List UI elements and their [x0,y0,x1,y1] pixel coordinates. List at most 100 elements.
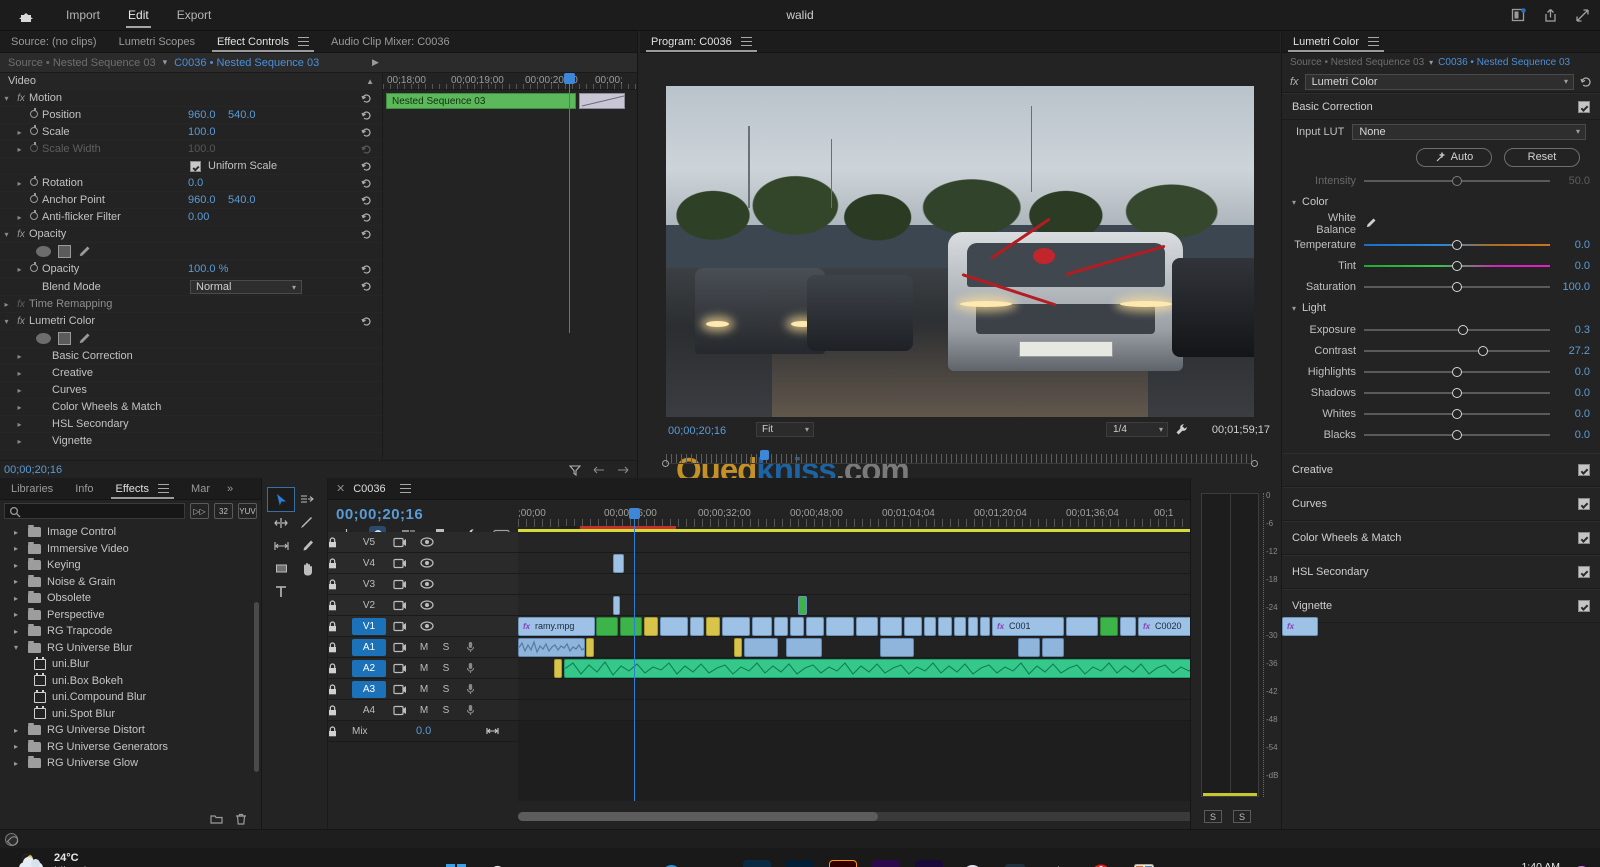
timeline-clip-15[interactable] [938,617,952,636]
ec-rotation-value[interactable]: 0.0 [188,177,203,189]
exposure-slider[interactable] [1364,323,1550,337]
ec-position-x[interactable]: 960.0 [188,109,216,121]
chevron-down-icon[interactable]: ▾ [14,643,28,652]
ec-group-time-remapping[interactable]: ▸ fx Time Remapping [0,296,382,313]
tab-info[interactable]: Info [64,478,104,499]
effects-folder-rg-universe-distort[interactable]: ▸ RG Universe Distort [0,722,261,739]
blend-mode-select[interactable]: Normal ▾ [190,279,302,294]
chevron-right-icon[interactable]: ▸ [13,352,26,361]
timeline-timecode[interactable]: 00;00;20;16 [336,506,423,523]
illustrator-icon[interactable]: Ai [829,860,857,867]
timeline-audio-clip-3[interactable] [786,638,822,657]
lane-a4[interactable] [518,700,1281,721]
menu-import[interactable]: Import [52,0,114,31]
reset-icon[interactable] [361,161,372,172]
stopwatch-icon[interactable] [26,262,42,275]
track-name[interactable]: V1 [352,617,386,635]
ec-param-rotation[interactable]: ▸ Rotation 0.0 [0,175,382,192]
ycbcr-icon[interactable]: YUV [238,503,257,519]
timeline-audio-marker-2[interactable] [734,638,742,657]
track-select-forward-icon[interactable] [294,488,320,511]
timeline-audio-clip-6[interactable] [1042,638,1064,657]
solo-button[interactable]: S [435,705,457,716]
start-icon[interactable] [442,860,470,867]
ellipse-mask-icon[interactable] [36,246,51,257]
program-scrubber[interactable] [666,449,1254,463]
lock-icon[interactable] [328,578,352,590]
ec-param-blend-mode[interactable]: Blend Mode Normal ▾ [0,278,382,296]
lumetri-color-group[interactable]: ▾ Color [1282,191,1600,213]
timeline-clip-12[interactable] [880,617,902,636]
program-video-frame[interactable] [666,86,1254,417]
lock-icon[interactable] [328,536,352,548]
rectangle-mask-icon[interactable] [58,245,71,258]
lane-a3[interactable] [518,679,1281,700]
contrast-value[interactable]: 27.2 [1550,345,1590,357]
lane-v3[interactable] [518,574,1281,595]
lock-icon[interactable] [328,725,352,737]
chevron-down-icon[interactable]: ▾ [0,230,13,239]
track-header-v5[interactable]: V5 [328,532,518,553]
chevron-right-icon[interactable]: ▸ [14,726,28,735]
track-name[interactable]: V2 [352,597,386,614]
ec-group-lumetri-color[interactable]: ▾ fx Lumetri Color [0,313,382,330]
rate-stretch-icon[interactable] [268,534,294,557]
timeline-clip-8[interactable] [790,617,804,636]
timeline-horizontal-scrollbar[interactable] [518,812,1271,821]
effects-folder-rg-universe-glow[interactable]: ▸ RG Universe Glow [0,755,261,772]
close-icon[interactable]: ✕ [336,482,345,495]
timeline-clip-17[interactable] [968,617,978,636]
track-header-a2[interactable]: A2 M S [328,658,518,679]
shadows-knob[interactable] [1452,387,1462,398]
chevron-right-icon[interactable]: ▸ [14,610,28,619]
reset-icon[interactable] [361,110,372,121]
hsl-secondary-checkbox[interactable] [1578,566,1590,578]
effects-folder-rg-trapcode[interactable]: ▸ RG Trapcode [0,623,261,640]
effects-tree[interactable]: ▸ Image Control ▸ Immersive Video ▸ Keying … [0,524,261,807]
taskbar-clock[interactable]: 1:40 AM 8/25/2023 [1513,861,1560,867]
tab-lumetri-color[interactable]: Lumetri Color [1282,31,1390,52]
ec-position-y[interactable]: 540.0 [228,109,256,121]
scroll-thumb[interactable] [518,812,878,821]
ec-param-uniform-scale[interactable]: Uniform Scale [0,158,382,175]
chevron-right-icon[interactable]: ▸ [13,369,26,378]
progress-icon[interactable] [1511,8,1526,23]
reset-button[interactable]: Reset [1504,147,1580,167]
clip-v4-small[interactable] [613,554,624,573]
track-header-v1[interactable]: V1 [328,616,518,637]
whites-knob[interactable] [1452,408,1462,419]
ellipse-mask-icon[interactable] [36,333,51,344]
lumetri-effect-select[interactable]: Lumetri Color ▾ [1304,73,1574,90]
tab-effects[interactable]: Effects [105,478,181,499]
tab-source[interactable]: Source: (no clips) [0,31,108,52]
ec-group-opacity[interactable]: ▾ fx Opacity [0,226,382,243]
timeline-clip-10[interactable] [826,617,854,636]
timeline-clip-green-3[interactable] [1100,617,1118,636]
effects-item-uni-spot-blur[interactable]: uni.Spot Blur [0,706,261,723]
lumetri-section-vignette[interactable]: Vignette [1282,589,1600,623]
track-visibility-icon[interactable] [413,558,440,568]
timeline-clip-20[interactable] [1120,617,1136,636]
highlights-value[interactable]: 0.0 [1550,366,1590,378]
program-zoom-handle-right[interactable] [1251,460,1258,467]
reset-icon[interactable] [361,195,372,206]
panel-menu-icon[interactable] [740,37,752,47]
tint-slider[interactable] [1364,259,1550,273]
reset-icon[interactable] [361,127,372,138]
tab-sequence-c0036[interactable]: C0036 [353,483,385,495]
track-output-icon[interactable] [386,558,413,569]
track-output-icon[interactable] [386,684,413,695]
track-header-a3[interactable]: A3 M S [328,679,518,700]
zoom-in-icon[interactable] [617,464,629,476]
ec-group-motion[interactable]: ▾ fx Motion [0,90,382,107]
ec-param-anti-flicker[interactable]: ▸ Anti-flicker Filter 0.00 [0,209,382,226]
after-effects-icon[interactable]: Ae [915,860,943,867]
effect-controls-timeline[interactable]: 00;18;00 00;00;19;00 00;00;20;00 00;00; … [383,73,637,478]
lane-a1[interactable] [518,637,1281,658]
ec-param-scale-width[interactable]: ▸ Scale Width 100.0 [0,141,382,158]
reset-icon[interactable] [361,316,372,327]
track-name[interactable]: V5 [352,534,386,551]
effects-folder-perspective[interactable]: ▸ Perspective [0,607,261,624]
lock-icon[interactable] [328,620,352,632]
search-icon[interactable] [485,860,513,867]
